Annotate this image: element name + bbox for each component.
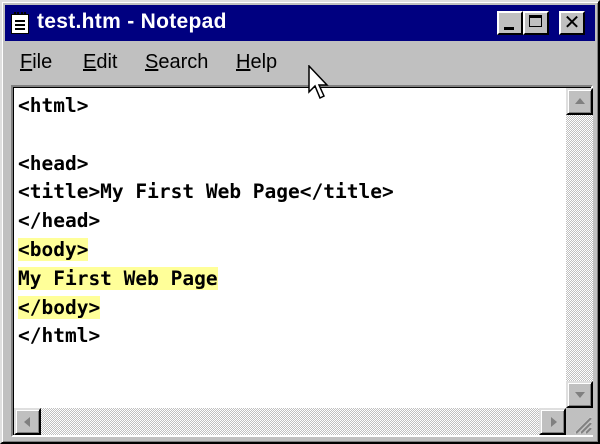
scroll-up-button[interactable] [566,88,593,115]
menu-edit-accesskey: E [83,51,97,73]
edit-frame: <html> <head> <title>My First Web Page</ti… [11,85,593,437]
menu-search-accesskey: S [145,51,159,73]
code-line-highlighted: My First Web Page [18,265,394,294]
menu-file-accesskey: F [20,51,33,73]
menu-edit-label: dit [96,51,118,73]
close-icon: ✕ [563,10,581,34]
resize-grip-icon [574,416,592,434]
arrow-down-icon [575,392,585,398]
minimize-button[interactable] [497,11,523,35]
highlighted-text: </body> [18,295,101,319]
notepad-icon[interactable] [11,12,29,34]
menu-help-accesskey: H [236,51,251,73]
horizontal-scrollbar[interactable] [14,408,566,435]
code-line: </head> [18,209,101,233]
minimize-icon [504,27,514,30]
code-line-highlighted: <body> [18,236,394,265]
maximize-button[interactable] [523,11,549,35]
scroll-left-button[interactable] [14,408,41,435]
arrow-right-icon [551,417,557,427]
size-grip[interactable] [566,408,593,435]
highlighted-text: <body> [18,237,89,261]
text-editor[interactable]: <html> <head> <title>My First Web Page</ti… [14,88,566,408]
menu-edit[interactable]: Edit [83,51,117,74]
notepad-window: test.htm - Notepad ✕ File Edit Search He… [0,0,600,444]
menu-search-label: earch [158,51,209,73]
code-line: <head> [18,151,89,175]
menu-bar: File Edit Search Help [5,42,595,82]
vertical-scrollbar[interactable] [566,88,593,408]
menu-file[interactable]: File [20,51,52,74]
arrow-cursor-icon [308,65,329,100]
title-bar[interactable]: test.htm - Notepad ✕ [5,5,595,41]
close-button[interactable]: ✕ [559,10,585,35]
document-text: <html> <head> <title>My First Web Page</ti… [18,92,394,351]
edit-frame-inner: <html> <head> <title>My First Web Page</ti… [13,87,593,435]
code-line: <html> [18,94,89,117]
maximize-icon [529,15,542,27]
code-line: </html> [18,324,101,348]
highlighted-text: My First Web Page [18,266,218,290]
window-title: test.htm - Notepad [37,10,227,33]
arrow-up-icon [575,98,585,104]
menu-file-label: ile [32,51,53,73]
code-line-highlighted: </body> [18,294,394,323]
menu-help-label: elp [250,51,278,73]
menu-search[interactable]: Search [145,51,208,74]
scroll-right-button[interactable] [539,408,566,435]
code-line: <title>My First Web Page</title> [18,180,394,204]
arrow-left-icon [24,417,30,427]
menu-help[interactable]: Help [236,51,277,74]
scroll-down-button[interactable] [566,381,593,408]
